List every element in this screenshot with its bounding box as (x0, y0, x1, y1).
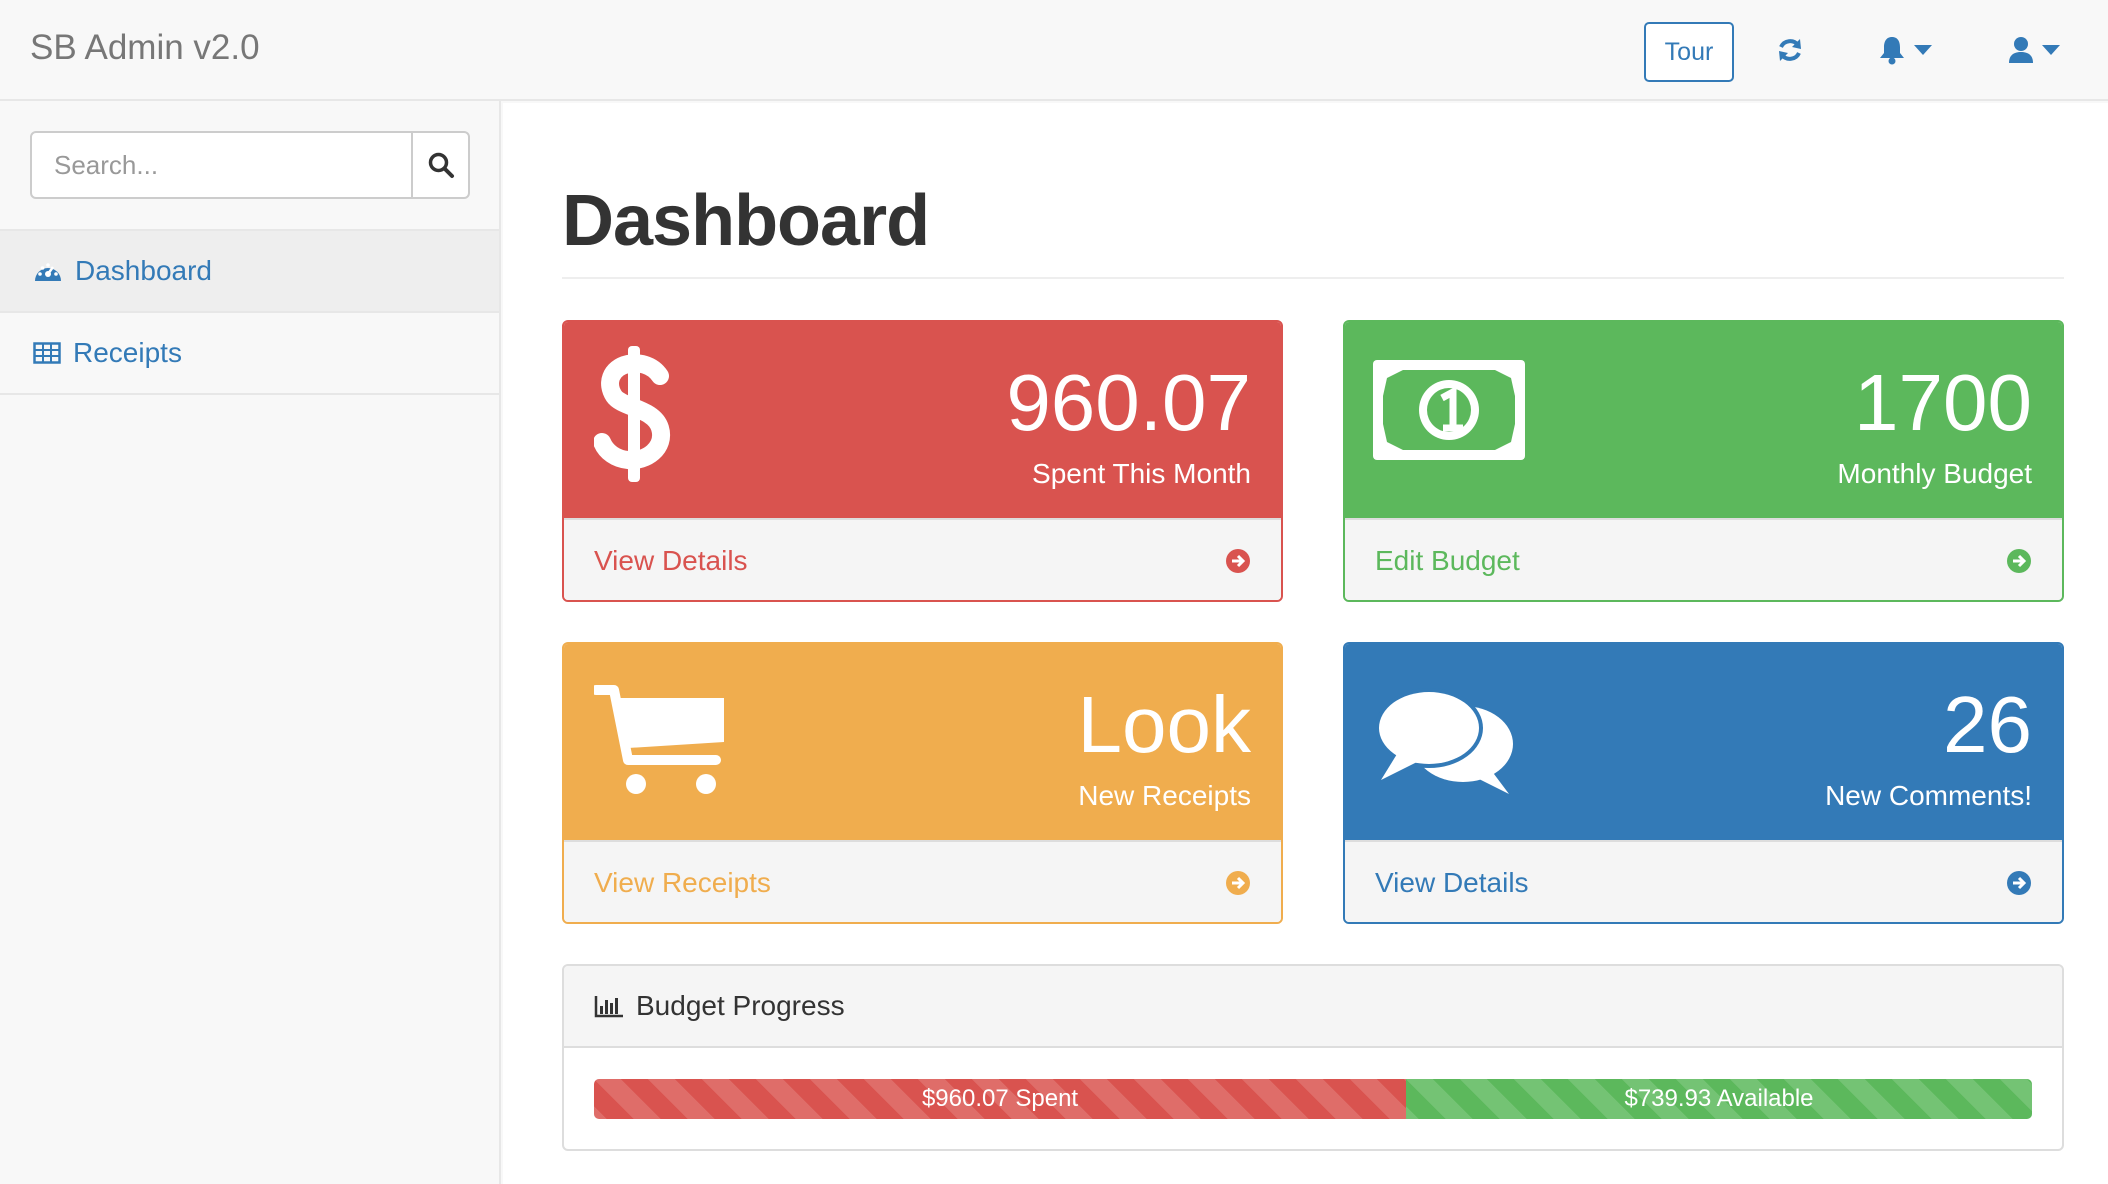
panel-heading: 26 New Comments! (1345, 644, 2062, 840)
comments-panel: 26 New Comments! View Details (1343, 642, 2064, 924)
receipts-panel: Look New Receipts View Receipts (562, 642, 1283, 924)
arrow-circle-right-icon (1226, 549, 1250, 573)
view-details-link[interactable]: View Details (1345, 840, 2062, 922)
budget-label: Monthly Budget (1837, 458, 2032, 489)
bell-icon (1880, 37, 1904, 65)
search-group (30, 131, 470, 199)
panel-heading: Look New Receipts (564, 644, 1281, 840)
budget-progress-bar: $960.07 Spent $739.93 Available (594, 1079, 2032, 1119)
user-icon (2009, 37, 2033, 63)
progress-available-segment: $739.93 Available (1406, 1079, 2032, 1119)
divider (562, 277, 2064, 279)
view-receipts-link[interactable]: View Receipts (564, 840, 1281, 922)
search-button[interactable] (411, 133, 468, 197)
top-navbar: SB Admin v2.0 Tour (0, 0, 2108, 101)
sidebar-item-dashboard[interactable]: Dashboard (0, 231, 499, 311)
bar-chart-icon (594, 996, 623, 1018)
divider (0, 393, 501, 395)
comments-value: 26 (1943, 680, 2032, 769)
arrow-circle-right-icon (2007, 871, 2031, 895)
panel-footer-label: View Details (594, 545, 748, 576)
budget-progress-panel: Budget Progress $960.07 Spent $739.93 Av… (562, 964, 2064, 1151)
budget-value: 1700 (1854, 358, 2032, 447)
search-input[interactable] (32, 133, 411, 197)
tour-button[interactable]: Tour (1644, 22, 1734, 82)
brand-title[interactable]: SB Admin v2.0 (30, 28, 260, 68)
refresh-icon (1779, 39, 1801, 61)
comments-icon (1373, 682, 1519, 805)
money-icon (1373, 360, 1525, 465)
sidebar-item-receipts[interactable]: Receipts (0, 313, 499, 393)
panel-heading: 1700 Monthly Budget (1345, 322, 2062, 518)
budget-panel: 1700 Monthly Budget Edit Budget (1343, 320, 2064, 602)
dollar-icon (593, 344, 674, 489)
panel-heading: 960.07 Spent This Month (564, 322, 1281, 518)
progress-spent-segment: $960.07 Spent (594, 1079, 1407, 1119)
dashboard-icon (35, 263, 61, 281)
comments-label: New Comments! (1825, 780, 2032, 811)
alerts-dropdown[interactable] (1878, 30, 1932, 70)
panel-heading: Budget Progress (564, 966, 2062, 1048)
spent-value: 960.07 (1006, 358, 1251, 447)
search-icon (428, 152, 454, 178)
panel-title: Budget Progress (636, 990, 845, 1021)
chevron-down-icon (2042, 45, 2060, 55)
sidebar-item-label: Receipts (73, 337, 182, 368)
progress-spent-label: $960.07 Spent (921, 1085, 1079, 1112)
receipts-label: New Receipts (1078, 780, 1251, 811)
view-details-link[interactable]: View Details (564, 518, 1281, 600)
panel-footer-label: Edit Budget (1375, 545, 1520, 576)
cart-icon (591, 682, 730, 803)
arrow-circle-right-icon (1226, 871, 1250, 895)
page-title: Dashboard (562, 181, 930, 261)
arrow-circle-right-icon (2007, 549, 2031, 573)
spent-panel: 960.07 Spent This Month View Details (562, 320, 1283, 602)
panel-footer-label: View Receipts (594, 867, 771, 898)
table-icon (33, 342, 61, 364)
spent-label: Spent This Month (1032, 458, 1251, 489)
edit-budget-link[interactable]: Edit Budget (1345, 518, 2062, 600)
sidebar-item-label: Dashboard (75, 255, 212, 286)
progress-available-label: $739.93 Available (1624, 1085, 1814, 1112)
receipts-value: Look (1077, 680, 1251, 769)
chevron-down-icon (1914, 45, 1932, 55)
panel-footer-label: View Details (1375, 867, 1529, 898)
refresh-button[interactable] (1776, 30, 1804, 70)
user-dropdown[interactable] (2008, 30, 2060, 70)
